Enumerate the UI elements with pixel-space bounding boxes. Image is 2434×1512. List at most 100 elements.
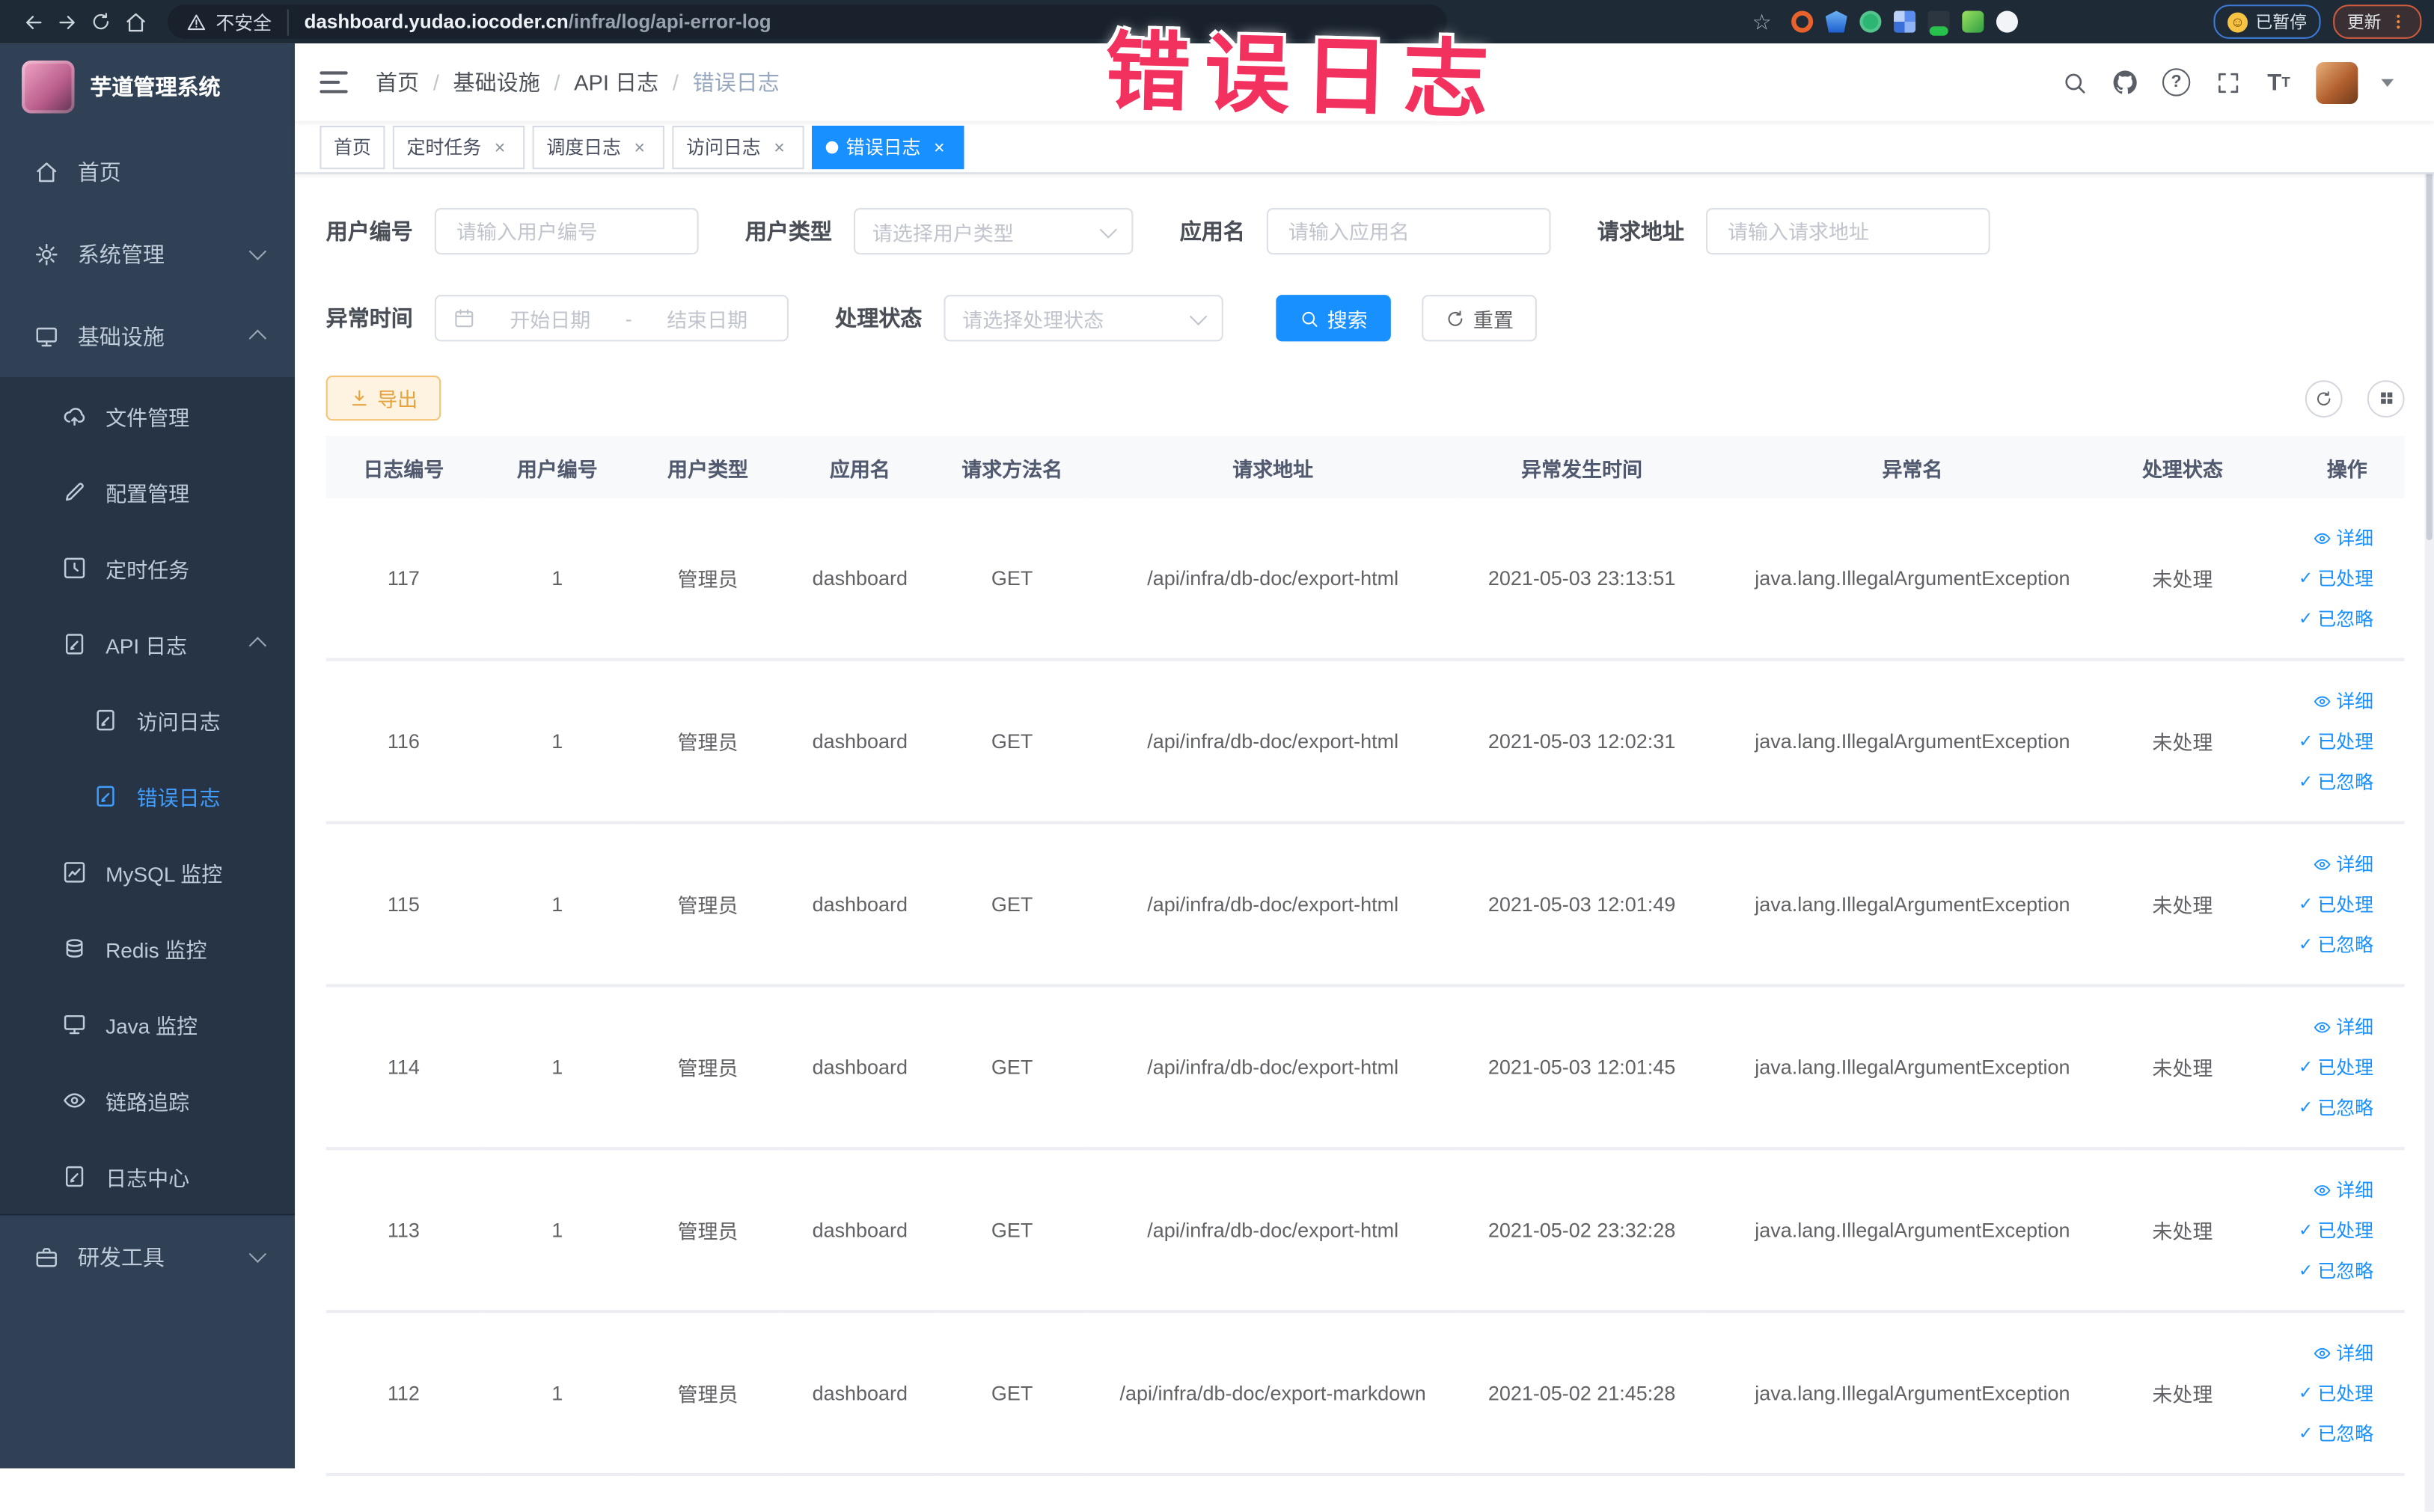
tab-schedule-log[interactable]: 调度日志 × xyxy=(532,125,665,169)
eye-icon xyxy=(2313,1017,2331,1036)
detail-link[interactable]: 详细 xyxy=(2313,1339,2373,1365)
mark-ignored-link[interactable]: ✓ 已忽略 xyxy=(2299,768,2373,795)
tab-access-log[interactable]: 访问日志 × xyxy=(672,125,804,169)
tab-home[interactable]: 首页 xyxy=(319,125,385,169)
close-icon[interactable]: × xyxy=(489,136,511,158)
eye-icon xyxy=(2313,1344,2331,1362)
browser-home-icon[interactable] xyxy=(118,4,153,39)
mark-processed-link[interactable]: ✓ 已处理 xyxy=(2299,728,2373,754)
fullscreen-icon[interactable] xyxy=(2213,68,2241,96)
mark-ignored-link[interactable]: ✓ 已忽略 xyxy=(2299,1420,2373,1446)
breadcrumb-infrastructure[interactable]: 基础设施 xyxy=(453,67,540,97)
paused-badge[interactable]: ☺ 已暂停 xyxy=(2213,4,2321,39)
mark-processed-link[interactable]: ✓ 已处理 xyxy=(2299,1217,2373,1243)
request-url-input[interactable] xyxy=(1706,207,1990,255)
close-icon[interactable]: × xyxy=(768,136,790,158)
detail-link[interactable]: 详细 xyxy=(2313,851,2373,877)
sidebar-item-infrastructure[interactable]: 基础设施 xyxy=(0,295,295,377)
help-icon[interactable]: ? xyxy=(2162,68,2191,97)
header-search-icon[interactable] xyxy=(2060,68,2088,96)
user-type-select[interactable]: 请选择用户类型 xyxy=(854,207,1134,255)
cell-user-id: 1 xyxy=(481,659,634,824)
avatar-caret-icon[interactable] xyxy=(2381,78,2394,87)
update-button[interactable]: 更新 xyxy=(2333,4,2422,39)
breadcrumb-api-logs[interactable]: API 日志 xyxy=(574,67,658,97)
sidebar-item-redis-monitor[interactable]: Redis 监控 xyxy=(0,909,296,986)
close-icon[interactable]: × xyxy=(629,136,650,158)
scrollbar-thumb[interactable] xyxy=(2426,168,2433,540)
mark-ignored-link[interactable]: ✓ 已忽略 xyxy=(2299,1257,2373,1283)
eye-icon xyxy=(2313,528,2331,547)
sidebar-item-tracing[interactable]: 链路追踪 xyxy=(0,1062,296,1138)
sidebar-item-api-logs[interactable]: API 日志 xyxy=(0,605,296,682)
cloud-upload-icon xyxy=(62,403,87,427)
sidebar-item-devtools[interactable]: 研发工具 xyxy=(0,1215,295,1297)
sidebar-item-access-log[interactable]: 访问日志 xyxy=(0,681,296,758)
cell-method: GET xyxy=(938,985,1087,1151)
extension-icon-2[interactable] xyxy=(1825,10,1847,33)
cell-app-name: dashboard xyxy=(782,498,938,661)
sidebar-item-config-management[interactable]: 配置管理 xyxy=(0,453,296,530)
user-avatar[interactable] xyxy=(2316,61,2358,103)
mark-processed-link[interactable]: ✓ 已处理 xyxy=(2299,1054,2373,1080)
sidebar-item-scheduled-tasks[interactable]: 定时任务 xyxy=(0,529,296,606)
mark-ignored-link[interactable]: ✓ 已忽略 xyxy=(2299,931,2373,958)
detail-link[interactable]: 详细 xyxy=(2313,688,2373,714)
mark-processed-link[interactable]: ✓ 已处理 xyxy=(2299,565,2373,591)
tab-scheduled-tasks[interactable]: 定时任务 × xyxy=(392,125,525,169)
github-icon[interactable] xyxy=(2111,68,2138,96)
app-logo-row[interactable]: 芋道管理系统 xyxy=(0,43,295,130)
sidebar-item-error-log[interactable]: 错误日志 xyxy=(0,757,296,834)
cell-user-type: 管理员 xyxy=(633,498,783,661)
detail-link[interactable]: 详细 xyxy=(2313,1014,2373,1040)
sidebar-item-java-monitor[interactable]: Java 监控 xyxy=(0,985,296,1062)
close-icon[interactable]: × xyxy=(929,136,950,158)
font-size-icon[interactable]: TT xyxy=(2265,68,2293,96)
detail-link[interactable]: 详细 xyxy=(2313,1177,2373,1203)
cell-exception-time: 2021-05-03 12:02:31 xyxy=(1459,659,1704,824)
tab-error-log[interactable]: 错误日志 × xyxy=(812,125,964,169)
refresh-table-button[interactable] xyxy=(2305,379,2343,417)
bookmark-star-icon[interactable]: ☆ xyxy=(1745,4,1779,39)
extension-icon-4[interactable] xyxy=(1894,10,1916,33)
sidebar-item-mysql-monitor[interactable]: MySQL 监控 xyxy=(0,833,296,910)
sidebar-item-log-center[interactable]: 日志中心 xyxy=(0,1137,296,1214)
log-center-icon xyxy=(62,1163,87,1188)
extension-icon-1[interactable] xyxy=(1791,10,1814,33)
mark-processed-link[interactable]: ✓ 已处理 xyxy=(2299,1380,2373,1406)
cell-exception-time: 2021-05-03 12:01:45 xyxy=(1459,985,1704,1151)
extension-icon-3[interactable] xyxy=(1859,10,1882,33)
col-actions: 操作 xyxy=(2244,435,2405,498)
browser-reload-icon[interactable] xyxy=(84,4,118,39)
reset-button[interactable]: 重置 xyxy=(1422,295,1537,342)
sidebar-item-home[interactable]: 首页 xyxy=(0,130,295,212)
sidebar-toggle-icon[interactable] xyxy=(319,71,348,94)
mark-processed-link[interactable]: ✓ 已处理 xyxy=(2299,891,2373,917)
breadcrumb-home[interactable]: 首页 xyxy=(376,67,419,97)
mark-ignored-link[interactable]: ✓ 已忽略 xyxy=(2299,1095,2373,1121)
check-icon: ✓ xyxy=(2299,1098,2314,1118)
extension-icon-6[interactable] xyxy=(1962,10,1984,33)
sidebar-item-system[interactable]: 系统管理 xyxy=(0,212,295,295)
user-id-input[interactable] xyxy=(434,207,699,255)
browser-forward-icon[interactable] xyxy=(49,4,84,39)
table-row: 112 1 管理员 dashboard GET /api/infra/db-do… xyxy=(325,1311,2405,1476)
column-settings-button[interactable] xyxy=(2367,379,2405,417)
grid-icon xyxy=(2377,390,2394,407)
app-name-input[interactable] xyxy=(1266,207,1551,255)
mark-ignored-link[interactable]: ✓ 已忽略 xyxy=(2299,605,2373,631)
chevron-down-icon xyxy=(248,242,267,260)
extension-icon-5[interactable] xyxy=(1927,10,1950,36)
exception-time-range-picker[interactable]: 开始日期 - 结束日期 xyxy=(434,295,789,342)
search-button[interactable]: 搜索 xyxy=(1276,295,1391,342)
process-status-select[interactable]: 请选择处理状态 xyxy=(944,295,1223,342)
scrollbar[interactable] xyxy=(2424,164,2434,1512)
browser-back-icon[interactable] xyxy=(16,4,50,39)
export-button[interactable]: 导出 xyxy=(325,376,441,421)
home-icon xyxy=(34,159,59,184)
extension-icon-7[interactable] xyxy=(1996,10,2019,33)
browser-menu-icon[interactable] xyxy=(2389,13,2408,31)
sidebar-item-file-management[interactable]: 文件管理 xyxy=(0,377,296,453)
detail-link[interactable]: 详细 xyxy=(2313,524,2373,551)
error-log-table: 日志编号 用户编号 用户类型 应用名 请求方法名 请求地址 异常发生时间 异常名… xyxy=(325,435,2405,1476)
